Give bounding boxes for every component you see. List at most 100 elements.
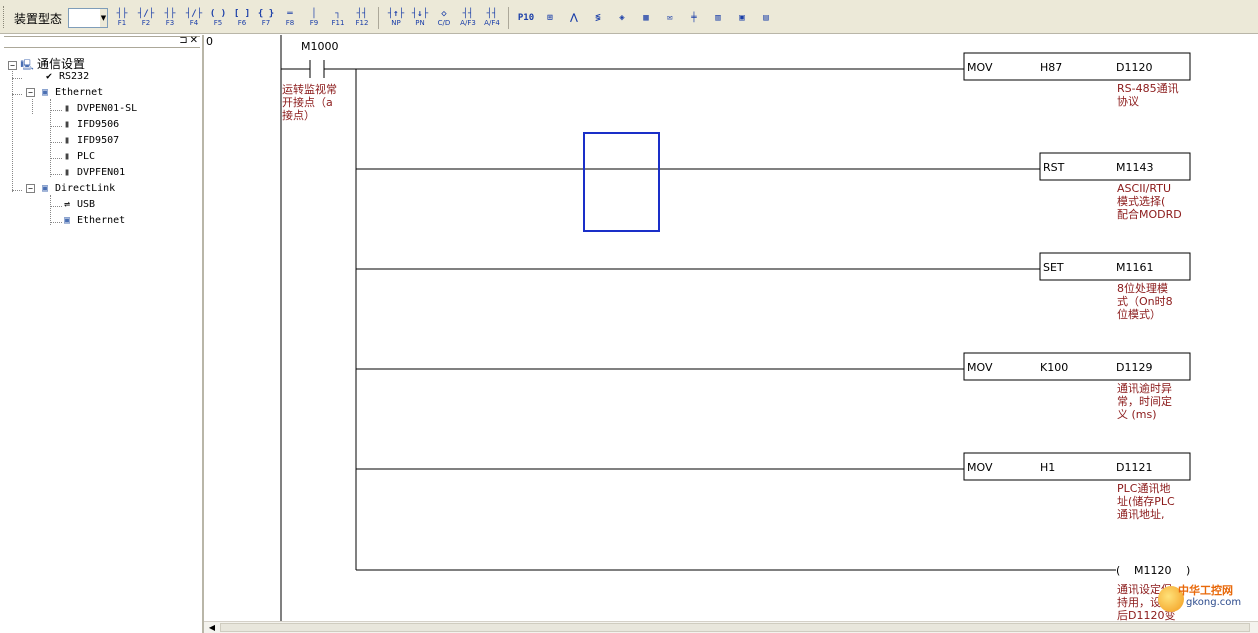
- coil-device: M1120: [1134, 564, 1172, 577]
- reverse-button[interactable]: ┤┤ F12: [350, 7, 374, 29]
- tree-item-ethernet-device[interactable]: ▮ DVPEN01-SL: [60, 103, 137, 114]
- mail-icon: ✉: [667, 12, 673, 23]
- function-icon: [ ]: [233, 8, 251, 19]
- monitor-button[interactable]: ⋀: [562, 7, 586, 29]
- monitor-icon: ⋀: [570, 12, 578, 23]
- edit-cursor[interactable]: [583, 132, 660, 232]
- network-button[interactable]: ⊞: [538, 7, 562, 29]
- panel-header: ⊐✕: [4, 35, 200, 48]
- network-computer-icon: ▣: [41, 87, 49, 98]
- hline-icon: ═: [287, 8, 293, 19]
- instruction-operand-1: H1: [1040, 461, 1056, 474]
- instruction-operand-2: D1121: [1116, 461, 1153, 474]
- button-label: PN: [415, 18, 425, 27]
- ladder-editor[interactable]: 0 M1000 运转监视常 开接点（a 接点） MOV H87 D1120 RS-48…: [206, 35, 1258, 621]
- af4-icon: ┤┤: [486, 8, 498, 19]
- collapse-icon[interactable]: −: [26, 183, 35, 193]
- device-module-icon: ▮: [63, 119, 71, 130]
- contact-nc-button[interactable]: ┤/├ F2: [134, 7, 158, 29]
- tree-item-directlink[interactable]: − ▣ DirectLink: [26, 183, 115, 194]
- contact-device: M1000: [301, 40, 339, 53]
- grid-icon: ▣: [739, 12, 745, 23]
- vline-button[interactable]: │ F9: [302, 7, 326, 29]
- vline-icon: │: [311, 8, 317, 19]
- tree-item-ethernet-device[interactable]: ▮ IFD9507: [60, 135, 119, 146]
- tree-item-ethernet-device[interactable]: ▮ PLC: [60, 151, 95, 162]
- rows-button[interactable]: ▤: [754, 7, 778, 29]
- contact-no-button[interactable]: ┤├ F1: [110, 7, 134, 29]
- pin-icon[interactable]: ⊐: [179, 35, 189, 46]
- device-module-icon: ▮: [63, 167, 71, 178]
- instruction-box[interactable]: [963, 52, 1191, 81]
- branch-button[interactable]: ┐ F11: [326, 7, 350, 29]
- horizontal-scrollbar[interactable]: ◀: [204, 621, 1258, 633]
- diamond-icon: ◈: [619, 12, 625, 23]
- device-module-icon: ▮: [63, 151, 71, 162]
- compare-button[interactable]: ≶: [586, 7, 610, 29]
- button-label: F12: [355, 18, 369, 27]
- button-label: F4: [189, 18, 199, 27]
- button-label: F7: [261, 18, 271, 27]
- parallel-no-button[interactable]: ┤├ F3: [158, 7, 182, 29]
- coil-icon: ( ): [209, 8, 227, 19]
- button-label: NP: [391, 18, 401, 27]
- rung-button[interactable]: ╪: [682, 7, 706, 29]
- scroll-left-icon[interactable]: ◀: [206, 622, 218, 633]
- device-comment: 通讯逾时异 常，时间定义 (ms): [1117, 382, 1172, 421]
- mail-button[interactable]: ✉: [658, 7, 682, 29]
- instruction-box[interactable]: [963, 452, 1191, 481]
- instruction-operand-1: M1143: [1116, 161, 1154, 174]
- af3-button[interactable]: ┤┤ A/F3: [456, 7, 480, 29]
- p10-button[interactable]: P10: [514, 7, 538, 29]
- collapse-icon[interactable]: −: [26, 87, 35, 97]
- collapse-icon[interactable]: −: [8, 60, 17, 70]
- device-module-icon: ▮: [63, 103, 71, 114]
- tree-item-ethernet-device[interactable]: ▮ DVPFEN01: [60, 167, 125, 178]
- toolbar-grip[interactable]: [3, 6, 6, 28]
- column-button[interactable]: ▥: [706, 7, 730, 29]
- scroll-thumb[interactable]: [220, 623, 1250, 632]
- tree-item-rs232[interactable]: ✔ RS232: [42, 71, 89, 82]
- table-button[interactable]: ▦: [634, 7, 658, 29]
- network-icon: ⊞: [547, 12, 553, 23]
- p10-icon: P10: [517, 12, 535, 23]
- falling-edge-button[interactable]: ┤↓├ PN: [408, 7, 432, 29]
- button-label: F8: [285, 18, 295, 27]
- device-type-select[interactable]: ▼: [68, 8, 108, 28]
- ladder-canvas[interactable]: [206, 35, 1258, 621]
- tree-item-ethernet[interactable]: − ▣ Ethernet: [26, 87, 103, 98]
- compare-icon: ≶: [595, 12, 601, 23]
- grid-button[interactable]: ▣: [730, 7, 754, 29]
- branch-icon: ┐: [335, 8, 341, 19]
- tree-item-directlink-ethernet[interactable]: ▣ Ethernet: [60, 215, 125, 226]
- directlink-icon: ▣: [41, 183, 49, 194]
- tree-item-usb[interactable]: ⇌ USB: [60, 199, 95, 210]
- application-button[interactable]: { } F7: [254, 7, 278, 29]
- af4-button[interactable]: ┤┤ A/F4: [480, 7, 504, 29]
- network-computer-icon: ▣: [63, 215, 71, 226]
- device-type-label: 装置型态: [14, 12, 63, 26]
- reverse-icon: ┤┤: [356, 8, 368, 19]
- contact-nc-icon: ┤/├: [137, 8, 155, 19]
- diamond-button[interactable]: ◈: [610, 7, 634, 29]
- parallel-nc-button[interactable]: ┤/├ F4: [182, 7, 206, 29]
- contact-no-icon: ┤├: [116, 8, 128, 19]
- instruction-operand-1: H87: [1040, 61, 1063, 74]
- function-button[interactable]: [ ] F6: [230, 7, 254, 29]
- device-comment: 8位处理模 式（On时8 位模式）: [1117, 282, 1173, 321]
- instruction-op: RST: [1043, 161, 1065, 174]
- column-icon: ▥: [715, 12, 721, 23]
- watermark: 中华工控网 gkong.com: [1158, 578, 1258, 633]
- application-icon: { }: [257, 8, 275, 19]
- coil-button[interactable]: ( ) F5: [206, 7, 230, 29]
- close-icon[interactable]: ✕: [190, 35, 200, 46]
- hline-button[interactable]: ═ F8: [278, 7, 302, 29]
- coil-right-paren: ): [1186, 564, 1191, 577]
- tree-item-ethernet-device[interactable]: ▮ IFD9506: [60, 119, 119, 130]
- computer-icon: 🖳: [20, 60, 34, 71]
- chevron-down-icon[interactable]: ▼: [100, 9, 107, 27]
- instruction-box[interactable]: [963, 352, 1191, 381]
- rising-edge-button[interactable]: ┤↑├ NP: [384, 7, 408, 29]
- instruction-op: MOV: [967, 361, 993, 374]
- invert-button[interactable]: ◇ C/D: [432, 7, 456, 29]
